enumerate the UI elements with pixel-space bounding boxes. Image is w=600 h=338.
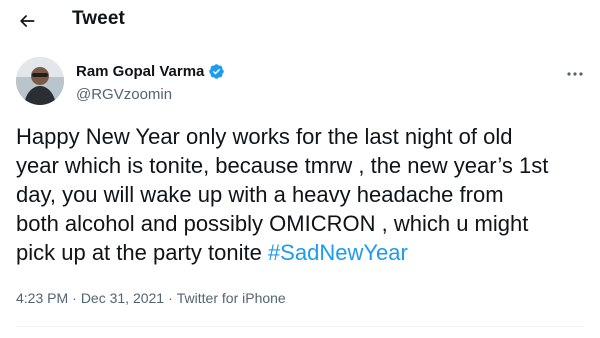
tweet-text: Happy New Year only works for the last n…	[16, 122, 591, 267]
back-button[interactable]	[14, 8, 40, 34]
meta-separator: ·	[168, 290, 173, 306]
meta-separator: ·	[72, 290, 77, 306]
tweet-header: Tweet	[0, 0, 600, 44]
tweet-metadata: 4:23 PM · Dec 31, 2021 · Twitter for iPh…	[16, 290, 286, 306]
arrow-left-icon	[20, 15, 35, 27]
divider	[16, 326, 584, 327]
tweet-source[interactable]: Twitter for iPhone	[177, 290, 286, 306]
tweet-date[interactable]: Dec 31, 2021	[81, 290, 164, 306]
avatar[interactable]	[16, 57, 64, 105]
tweet-author: Ram Gopal Varma @RGVzoomin	[16, 57, 586, 111]
verified-badge-icon	[209, 64, 225, 79]
name-row: Ram Gopal Varma	[76, 63, 225, 80]
hashtag-link[interactable]: #SadNewYear	[268, 240, 408, 265]
avatar-image	[16, 57, 64, 105]
display-name[interactable]: Ram Gopal Varma	[76, 63, 204, 80]
user-handle[interactable]: @RGVzoomin	[76, 86, 172, 103]
tweet-time[interactable]: 4:23 PM	[16, 290, 68, 306]
more-options-button[interactable]	[564, 65, 586, 83]
page-title: Tweet	[72, 8, 125, 29]
more-horizontal-icon	[567, 72, 583, 76]
